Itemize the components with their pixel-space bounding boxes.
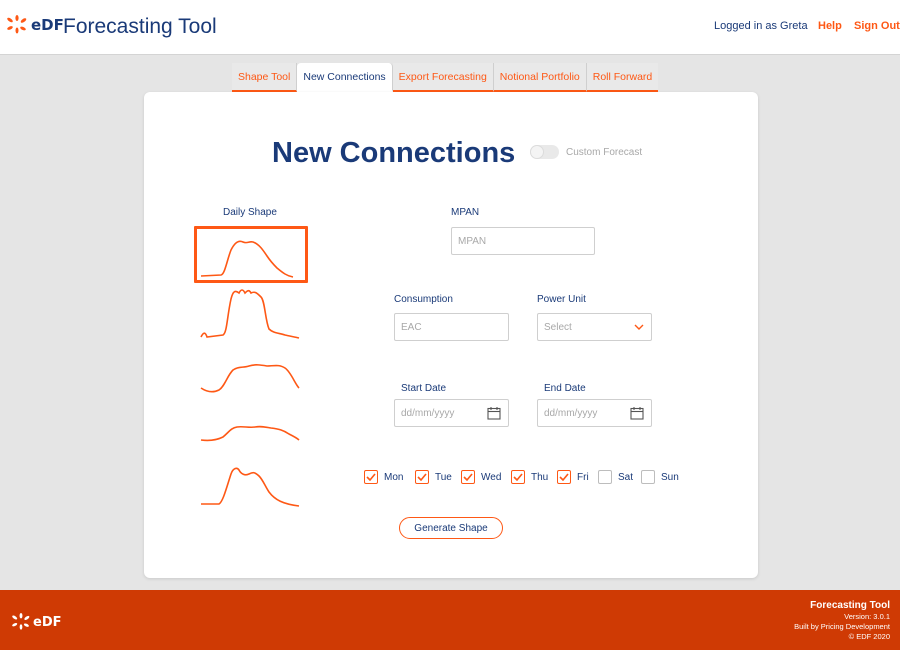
tab-roll-forward[interactable]: Roll Forward [586, 63, 659, 92]
daily-shape-option-3[interactable] [199, 358, 303, 398]
footer-version: Version: 3.0.1 [844, 612, 890, 621]
consumption-placeholder: EAC [401, 321, 422, 333]
day-label-wed: Wed [481, 471, 502, 483]
day-sat[interactable]: Sat [598, 470, 633, 484]
day-mon[interactable]: Mon [364, 470, 403, 484]
edf-swirl-icon [7, 15, 27, 34]
end-date-input[interactable]: dd/mm/yyyy [537, 399, 652, 427]
footer-logo-text: eDF [33, 614, 62, 630]
check-icon [366, 473, 376, 481]
mpan-input[interactable]: MPAN [451, 227, 595, 255]
checkbox-sun[interactable] [641, 470, 655, 484]
mpan-label: MPAN [451, 207, 480, 218]
start-date-label: Start Date [401, 383, 447, 394]
checkbox-sat[interactable] [598, 470, 612, 484]
tab-shape-tool[interactable]: Shape Tool [232, 63, 298, 92]
logged-in-user: Logged in as Greta [714, 20, 808, 32]
daily-shape-option-1[interactable] [199, 230, 303, 280]
help-link[interactable]: Help [818, 20, 842, 32]
day-wed[interactable]: Wed [461, 470, 501, 484]
consumption-input[interactable]: EAC [394, 313, 509, 341]
check-icon [559, 473, 569, 481]
day-label-fri: Fri [577, 471, 589, 483]
tab-new-connections[interactable]: New Connections [297, 63, 393, 92]
calendar-icon[interactable] [630, 406, 644, 420]
day-label-mon: Mon [384, 471, 404, 483]
logo-text: eDF [31, 16, 64, 34]
sign-out-link[interactable]: Sign Out [854, 20, 900, 32]
end-date-label: End Date [544, 383, 586, 394]
check-icon [417, 473, 427, 481]
edf-swirl-icon [12, 613, 30, 630]
checkbox-thu[interactable] [511, 470, 525, 484]
checkbox-mon[interactable] [364, 470, 378, 484]
page-title: New Connections [272, 137, 516, 169]
checkbox-fri[interactable] [557, 470, 571, 484]
day-label-sun: Sun [661, 471, 679, 483]
day-sun[interactable]: Sun [641, 470, 679, 484]
toggle-knob [530, 145, 544, 159]
day-label-thu: Thu [531, 471, 549, 483]
tab-bar: Shape Tool New Connections Export Foreca… [232, 63, 659, 92]
checkbox-wed[interactable] [461, 470, 475, 484]
header: eDF Forecasting Tool Logged in as Greta … [0, 0, 900, 55]
chevron-down-icon [634, 324, 644, 330]
edf-logo: eDF [6, 15, 64, 35]
tab-notional-portfolio[interactable]: Notional Portfolio [493, 63, 587, 92]
day-thu[interactable]: Thu [511, 470, 548, 484]
check-icon [463, 473, 473, 481]
day-label-sat: Sat [618, 471, 634, 483]
app-title: Forecasting Tool [63, 15, 217, 38]
tab-export-forecasting[interactable]: Export Forecasting [392, 63, 494, 92]
checkbox-tue[interactable] [415, 470, 429, 484]
power-unit-label: Power Unit [537, 294, 586, 305]
calendar-icon[interactable] [487, 406, 501, 420]
daily-shape-option-2[interactable] [199, 287, 303, 342]
day-fri[interactable]: Fri [557, 470, 589, 484]
check-icon [513, 473, 523, 481]
end-date-placeholder: dd/mm/yyyy [544, 407, 598, 419]
day-label-tue: Tue [435, 471, 452, 483]
footer-built-by: Built by Pricing Development [794, 622, 890, 631]
power-unit-value: Select [544, 321, 572, 333]
consumption-label: Consumption [394, 294, 453, 305]
footer [0, 590, 900, 650]
custom-forecast-label: Custom Forecast [566, 147, 643, 158]
generate-shape-button[interactable]: Generate Shape [399, 517, 503, 539]
footer-app-name: Forecasting Tool [810, 600, 890, 611]
footer-logo: eDF [11, 613, 62, 631]
footer-info: Forecasting Tool Version: 3.0.1 Built by… [794, 599, 890, 642]
footer-copyright: © EDF 2020 [848, 632, 890, 641]
daily-shape-option-5[interactable] [199, 462, 303, 508]
daily-shape-label: Daily Shape [223, 207, 277, 218]
power-unit-select[interactable]: Select [537, 313, 652, 341]
start-date-input[interactable]: dd/mm/yyyy [394, 399, 509, 427]
custom-forecast-toggle[interactable] [530, 145, 559, 159]
start-date-placeholder: dd/mm/yyyy [401, 407, 455, 419]
daily-shape-option-4[interactable] [199, 420, 303, 446]
day-tue[interactable]: Tue [415, 470, 452, 484]
mpan-placeholder: MPAN [458, 235, 487, 247]
